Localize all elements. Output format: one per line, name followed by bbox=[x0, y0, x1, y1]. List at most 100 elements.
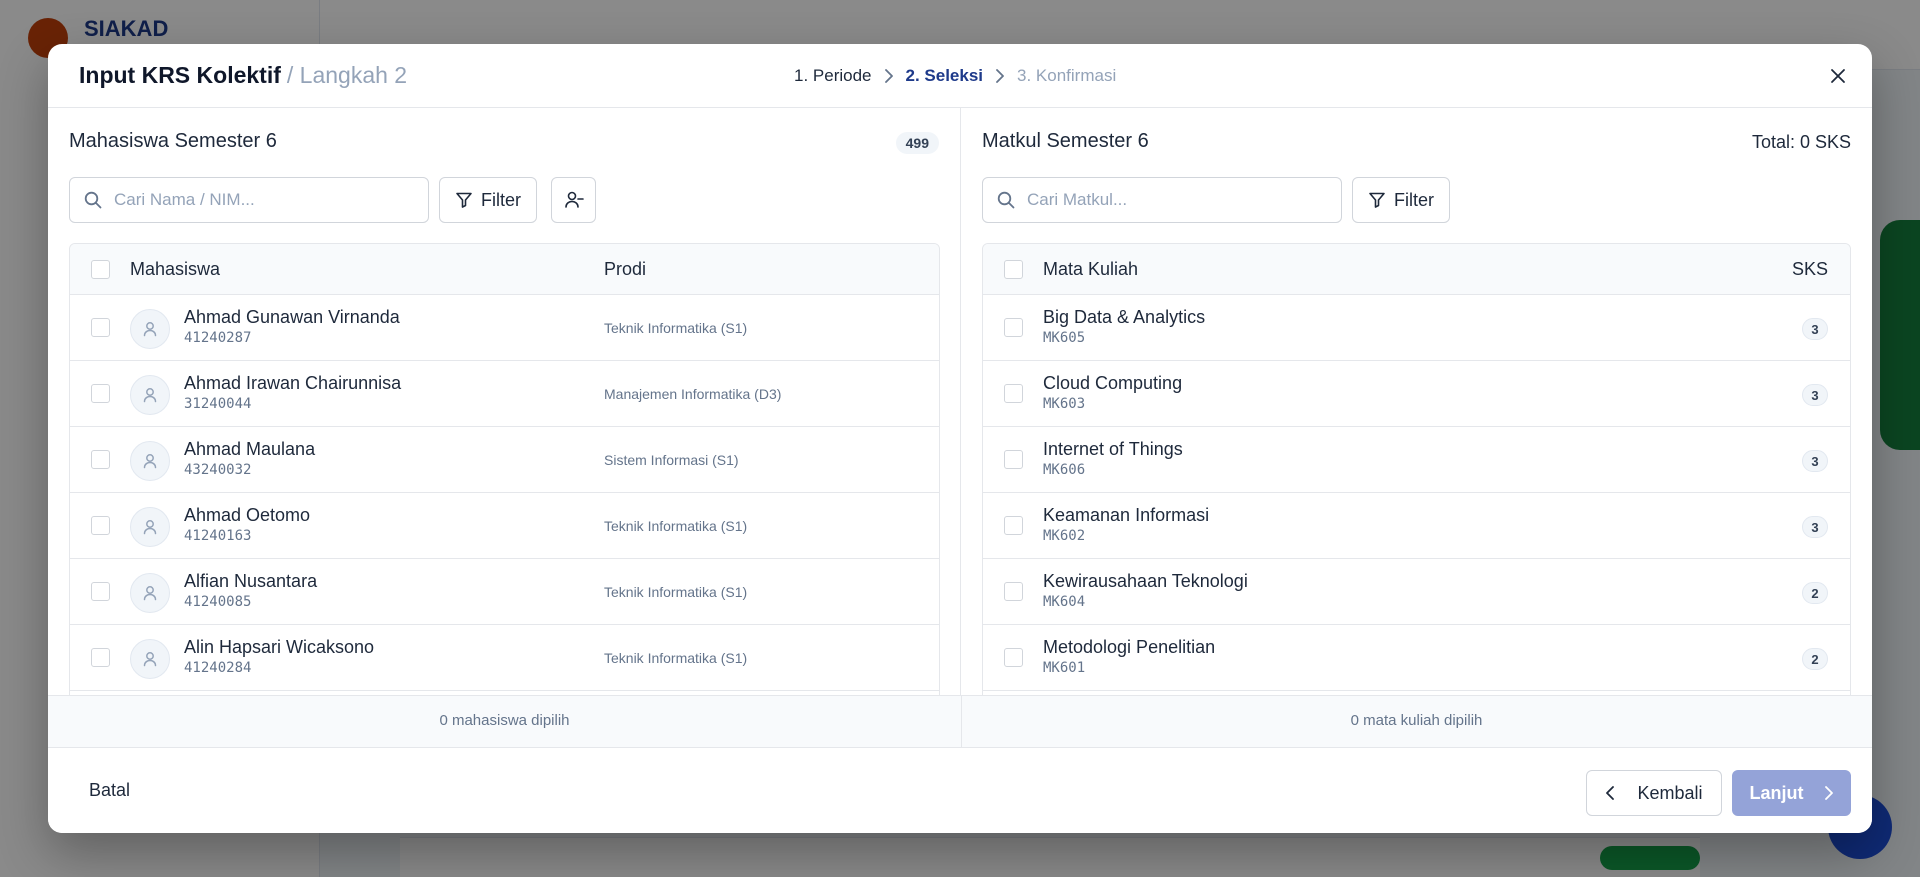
avatar bbox=[130, 375, 170, 415]
student-nim: 41240287 bbox=[184, 330, 252, 346]
table-row[interactable]: Kewirausahaan Teknologi MK604 2 bbox=[983, 559, 1850, 625]
row-checkbox[interactable] bbox=[91, 384, 110, 403]
row-checkbox[interactable] bbox=[1004, 318, 1023, 337]
table-row[interactable]: Cloud Computing MK603 3 bbox=[983, 361, 1850, 427]
step-seleksi[interactable]: 2. Seleksi bbox=[906, 66, 984, 86]
column-mata-kuliah: Mata Kuliah bbox=[1043, 259, 1139, 279]
student-prodi: Teknik Informatika (S1) bbox=[604, 320, 748, 336]
user-icon bbox=[141, 320, 159, 338]
student-name: Alfian Nusantara bbox=[184, 571, 318, 591]
student-prodi: Teknik Informatika (S1) bbox=[604, 518, 748, 534]
column-sks: SKS bbox=[1791, 259, 1828, 279]
table-row[interactable]: Big Data & Analytics MK605 3 bbox=[983, 295, 1850, 361]
table-row[interactable]: Ahmad Oetomo 41240163 Teknik Informatika (… bbox=[70, 493, 939, 559]
step-konfirmasi[interactable]: 3. Konfirmasi bbox=[1017, 66, 1116, 86]
row-checkbox[interactable] bbox=[1004, 582, 1023, 601]
user-icon bbox=[141, 386, 159, 404]
student-prodi: Sistem Informasi (S1) bbox=[604, 452, 739, 468]
row-checkbox[interactable] bbox=[1004, 648, 1023, 667]
row-checkbox[interactable] bbox=[91, 318, 110, 337]
student-nim: 41240085 bbox=[184, 594, 252, 610]
course-name: Internet of Things bbox=[1043, 439, 1183, 459]
close-icon[interactable] bbox=[1826, 64, 1850, 88]
user-icon bbox=[141, 452, 159, 470]
course-code: MK601 bbox=[1043, 660, 1086, 676]
course-search[interactable] bbox=[982, 177, 1342, 223]
table-row[interactable]: Ahmad Maulana 43240032 Sistem Informasi (S… bbox=[70, 427, 939, 493]
student-search[interactable] bbox=[69, 177, 429, 223]
select-all-checkbox[interactable] bbox=[1004, 260, 1023, 279]
chevron-right-icon bbox=[1824, 786, 1834, 800]
row-checkbox[interactable] bbox=[1004, 384, 1023, 403]
sks-badge: 2 bbox=[1802, 582, 1828, 604]
students-count-badge: 499 bbox=[895, 132, 939, 154]
student-nim: 41240163 bbox=[184, 528, 252, 544]
student-name: Ahmad Irawan Chairunnisa bbox=[184, 373, 402, 393]
sks-badge: 3 bbox=[1802, 450, 1828, 472]
table-header: Mata Kuliah SKS bbox=[983, 244, 1850, 295]
courses-table: Mata Kuliah SKS Big Data & Analytics MK60… bbox=[982, 243, 1851, 703]
filter-icon bbox=[455, 191, 473, 209]
student-prodi: Manajemen Informatika (D3) bbox=[604, 386, 782, 402]
courses-title: Matkul Semester 6 bbox=[982, 130, 1149, 152]
course-code: MK605 bbox=[1043, 330, 1086, 346]
step-periode[interactable]: 1. Periode bbox=[794, 66, 872, 86]
avatar bbox=[130, 573, 170, 613]
courses-panel: Matkul Semester 6 Total: 0 SKS Filter Ma… bbox=[961, 108, 1872, 738]
sks-badge: 3 bbox=[1802, 384, 1828, 406]
row-checkbox[interactable] bbox=[1004, 450, 1023, 469]
courses-selected-text: 0 mata kuliah dipilih bbox=[1350, 712, 1483, 729]
table-header: Mahasiswa Prodi bbox=[70, 244, 939, 295]
table-row[interactable]: Keamanan Informasi MK602 3 bbox=[983, 493, 1850, 559]
table-row[interactable]: Ahmad Gunawan Virnanda 41240287 Teknik Inf… bbox=[70, 295, 939, 361]
students-selected-text: 0 mahasiswa dipilih bbox=[439, 712, 570, 729]
modal-footer: Batal Kembali Lanjut bbox=[48, 747, 1872, 833]
modal-subtitle: / Langkah 2 bbox=[286, 62, 408, 88]
modal-title: Input KRS Kolektif / Langkah 2 bbox=[79, 62, 408, 88]
stepper: 1. Periode 2. Seleksi 3. Konfirmasi bbox=[794, 66, 1116, 86]
student-name: Ahmad Gunawan Virnanda bbox=[184, 307, 400, 327]
table-row[interactable]: Alfian Nusantara 41240085 Teknik Informati… bbox=[70, 559, 939, 625]
student-rows: Ahmad Gunawan Virnanda 41240287 Teknik Inf… bbox=[70, 295, 939, 691]
sks-badge: 3 bbox=[1802, 516, 1828, 538]
students-panel: Mahasiswa Semester 6 499 Filter Mahasisw… bbox=[48, 108, 961, 738]
avatar bbox=[130, 639, 170, 679]
row-checkbox[interactable] bbox=[1004, 516, 1023, 535]
row-checkbox[interactable] bbox=[91, 648, 110, 667]
course-name: Big Data & Analytics bbox=[1043, 307, 1206, 327]
table-row[interactable]: Alin Hapsari Wicaksono 41240284 Teknik Inf… bbox=[70, 625, 939, 691]
back-button[interactable]: Kembali bbox=[1586, 770, 1722, 816]
table-row[interactable]: Internet of Things MK606 3 bbox=[983, 427, 1850, 493]
course-code: MK602 bbox=[1043, 528, 1086, 544]
filter-icon bbox=[1368, 191, 1386, 209]
row-checkbox[interactable] bbox=[91, 516, 110, 535]
select-all-checkbox[interactable] bbox=[91, 260, 110, 279]
row-checkbox[interactable] bbox=[91, 582, 110, 601]
student-nim: 31240044 bbox=[184, 396, 252, 412]
user-icon bbox=[141, 584, 159, 602]
remove-user-button[interactable] bbox=[551, 177, 596, 223]
cancel-button[interactable]: Batal bbox=[89, 780, 130, 801]
student-filter-button[interactable]: Filter bbox=[439, 177, 537, 223]
row-checkbox[interactable] bbox=[91, 450, 110, 469]
student-name: Ahmad Maulana bbox=[184, 439, 316, 459]
course-search-input[interactable] bbox=[1027, 190, 1327, 210]
user-icon bbox=[141, 650, 159, 668]
krs-modal: Input KRS Kolektif / Langkah 2 1. Periode… bbox=[48, 44, 1872, 833]
course-filter-button[interactable]: Filter bbox=[1352, 177, 1450, 223]
table-row[interactable]: Ahmad Irawan Chairunnisa 31240044 Manajeme… bbox=[70, 361, 939, 427]
student-name: Ahmad Oetomo bbox=[184, 505, 311, 525]
modal-header: Input KRS Kolektif / Langkah 2 1. Periode… bbox=[48, 44, 1872, 108]
next-button[interactable]: Lanjut bbox=[1732, 770, 1851, 816]
course-code: MK606 bbox=[1043, 462, 1086, 478]
avatar bbox=[130, 309, 170, 349]
student-search-input[interactable] bbox=[114, 190, 414, 210]
table-row[interactable]: Metodologi Penelitian MK601 2 bbox=[983, 625, 1850, 691]
student-nim: 41240284 bbox=[184, 660, 252, 676]
avatar bbox=[130, 441, 170, 481]
students-title: Mahasiswa Semester 6 bbox=[69, 130, 277, 152]
chevron-left-icon bbox=[1605, 786, 1615, 800]
course-rows: Big Data & Analytics MK605 3 Cloud Computin… bbox=[983, 295, 1850, 691]
course-code: MK604 bbox=[1043, 594, 1086, 610]
chevron-right-icon bbox=[995, 69, 1005, 83]
